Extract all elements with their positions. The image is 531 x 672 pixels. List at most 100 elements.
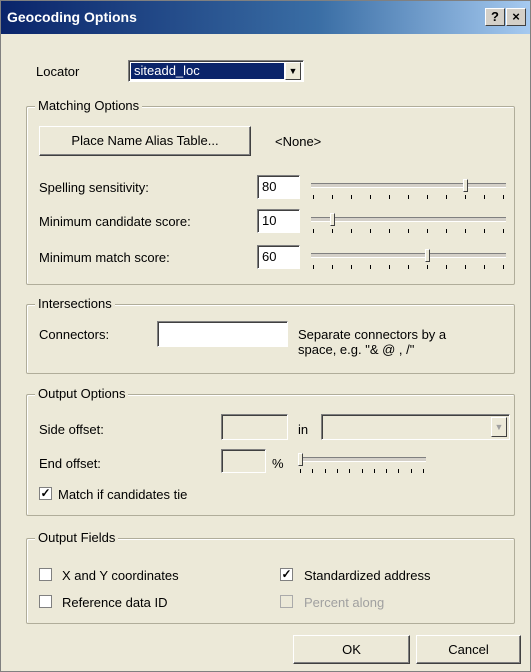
alias-table-value: <None> — [275, 134, 322, 149]
slider-tick — [332, 195, 333, 199]
slider-track — [311, 253, 506, 258]
intersections-legend: Intersections — [35, 296, 115, 311]
slider-tick — [312, 469, 313, 473]
side-offset-units-label: in — [298, 422, 309, 437]
slider-tick — [362, 469, 363, 473]
match-if-candidates-tie-label[interactable]: Match if candidates tie — [58, 487, 187, 502]
slider-tick — [427, 195, 428, 199]
xy-coordinates-label[interactable]: X and Y coordinates — [62, 568, 179, 583]
slider-track — [298, 457, 426, 462]
minimum-candidate-score-slider[interactable] — [311, 213, 506, 237]
slider-tick — [427, 265, 428, 269]
slider-tick — [484, 195, 485, 199]
slider-tick — [446, 265, 447, 269]
slider-tick — [427, 229, 428, 233]
output-options-legend: Output Options — [35, 386, 129, 401]
slider-thumb[interactable] — [425, 249, 430, 262]
close-button[interactable]: × — [506, 8, 526, 26]
ok-button[interactable]: OK — [293, 635, 410, 664]
matching-options-legend: Matching Options — [35, 98, 143, 113]
connectors-input[interactable] — [157, 321, 288, 347]
slider-tick — [446, 229, 447, 233]
minimum-candidate-score-input[interactable]: 10 — [257, 209, 300, 233]
output-fields-legend: Output Fields — [35, 530, 119, 545]
slider-tick — [351, 265, 352, 269]
slider-tick — [374, 469, 375, 473]
slider-tick — [313, 229, 314, 233]
connectors-hint-line-2: space, e.g. "& @ , /" — [298, 342, 415, 357]
slider-track — [311, 183, 506, 188]
locator-label: Locator — [36, 64, 80, 79]
match-if-candidates-tie-checkbox[interactable]: ✓ — [39, 487, 52, 500]
slider-thumb[interactable] — [330, 213, 335, 226]
slider-tick — [408, 195, 409, 199]
slider-tick — [389, 265, 390, 269]
connectors-label: Connectors: — [39, 327, 110, 342]
slider-tick — [313, 195, 314, 199]
end-offset-percent-label: % — [272, 456, 284, 471]
slider-tick — [332, 229, 333, 233]
end-offset-label: End offset: — [39, 456, 101, 471]
chevron-down-icon[interactable]: ▼ — [491, 417, 507, 437]
slider-track — [311, 217, 506, 222]
side-offset-units-select[interactable]: ▼ — [321, 414, 510, 440]
end-offset-input[interactable] — [221, 449, 266, 473]
slider-tick — [503, 195, 504, 199]
slider-tick — [337, 469, 338, 473]
slider-tick — [465, 229, 466, 233]
minimum-match-score-input[interactable]: 60 — [257, 245, 300, 269]
slider-tick — [325, 469, 326, 473]
slider-tick — [446, 195, 447, 199]
slider-tick — [484, 265, 485, 269]
geocoding-options-dialog: Geocoding Options ? × Locator siteadd_lo… — [0, 0, 531, 672]
slider-tick — [408, 229, 409, 233]
slider-tick — [423, 469, 424, 473]
minimum-match-score-slider[interactable] — [311, 249, 506, 273]
slider-tick — [370, 265, 371, 269]
side-offset-input[interactable] — [221, 414, 288, 440]
help-button[interactable]: ? — [485, 8, 505, 26]
spelling-sensitivity-slider[interactable] — [311, 179, 506, 203]
slider-tick — [411, 469, 412, 473]
title-bar[interactable]: Geocoding Options ? × — [1, 1, 530, 34]
xy-coordinates-checkbox[interactable] — [39, 568, 52, 581]
slider-tick — [370, 195, 371, 199]
minimum-candidate-score-label: Minimum candidate score: — [39, 214, 191, 229]
slider-thumb[interactable] — [298, 453, 303, 466]
slider-tick — [313, 265, 314, 269]
percent-along-label: Percent along — [304, 595, 385, 610]
chevron-down-icon[interactable]: ▼ — [285, 62, 301, 80]
window-title: Geocoding Options — [7, 9, 137, 25]
slider-thumb[interactable] — [463, 179, 468, 192]
slider-tick — [389, 195, 390, 199]
slider-tick — [503, 229, 504, 233]
slider-tick — [370, 229, 371, 233]
slider-tick — [389, 229, 390, 233]
slider-tick — [332, 265, 333, 269]
side-offset-label: Side offset: — [39, 422, 104, 437]
connectors-hint-line-1: Separate connectors by a — [298, 327, 447, 342]
locator-value: siteadd_loc — [131, 63, 284, 79]
slider-tick — [503, 265, 504, 269]
slider-tick — [408, 265, 409, 269]
slider-tick — [351, 195, 352, 199]
slider-tick — [300, 469, 301, 473]
standardized-address-label[interactable]: Standardized address — [304, 568, 430, 583]
slider-tick — [484, 229, 485, 233]
minimum-match-score-label: Minimum match score: — [39, 250, 170, 265]
spelling-sensitivity-input[interactable]: 80 — [257, 175, 300, 199]
slider-tick — [386, 469, 387, 473]
reference-data-id-label[interactable]: Reference data ID — [62, 595, 168, 610]
end-offset-slider[interactable] — [298, 453, 426, 477]
slider-tick — [349, 469, 350, 473]
percent-along-checkbox — [280, 595, 293, 608]
spelling-sensitivity-label: Spelling sensitivity: — [39, 180, 149, 195]
cancel-button[interactable]: Cancel — [416, 635, 521, 664]
locator-select[interactable]: siteadd_loc ▼ — [128, 60, 304, 82]
standardized-address-checkbox[interactable]: ✓ — [280, 568, 293, 581]
slider-tick — [465, 265, 466, 269]
slider-tick — [351, 229, 352, 233]
place-name-alias-table-button[interactable]: Place Name Alias Table... — [39, 126, 251, 156]
slider-tick — [465, 195, 466, 199]
reference-data-id-checkbox[interactable] — [39, 595, 52, 608]
